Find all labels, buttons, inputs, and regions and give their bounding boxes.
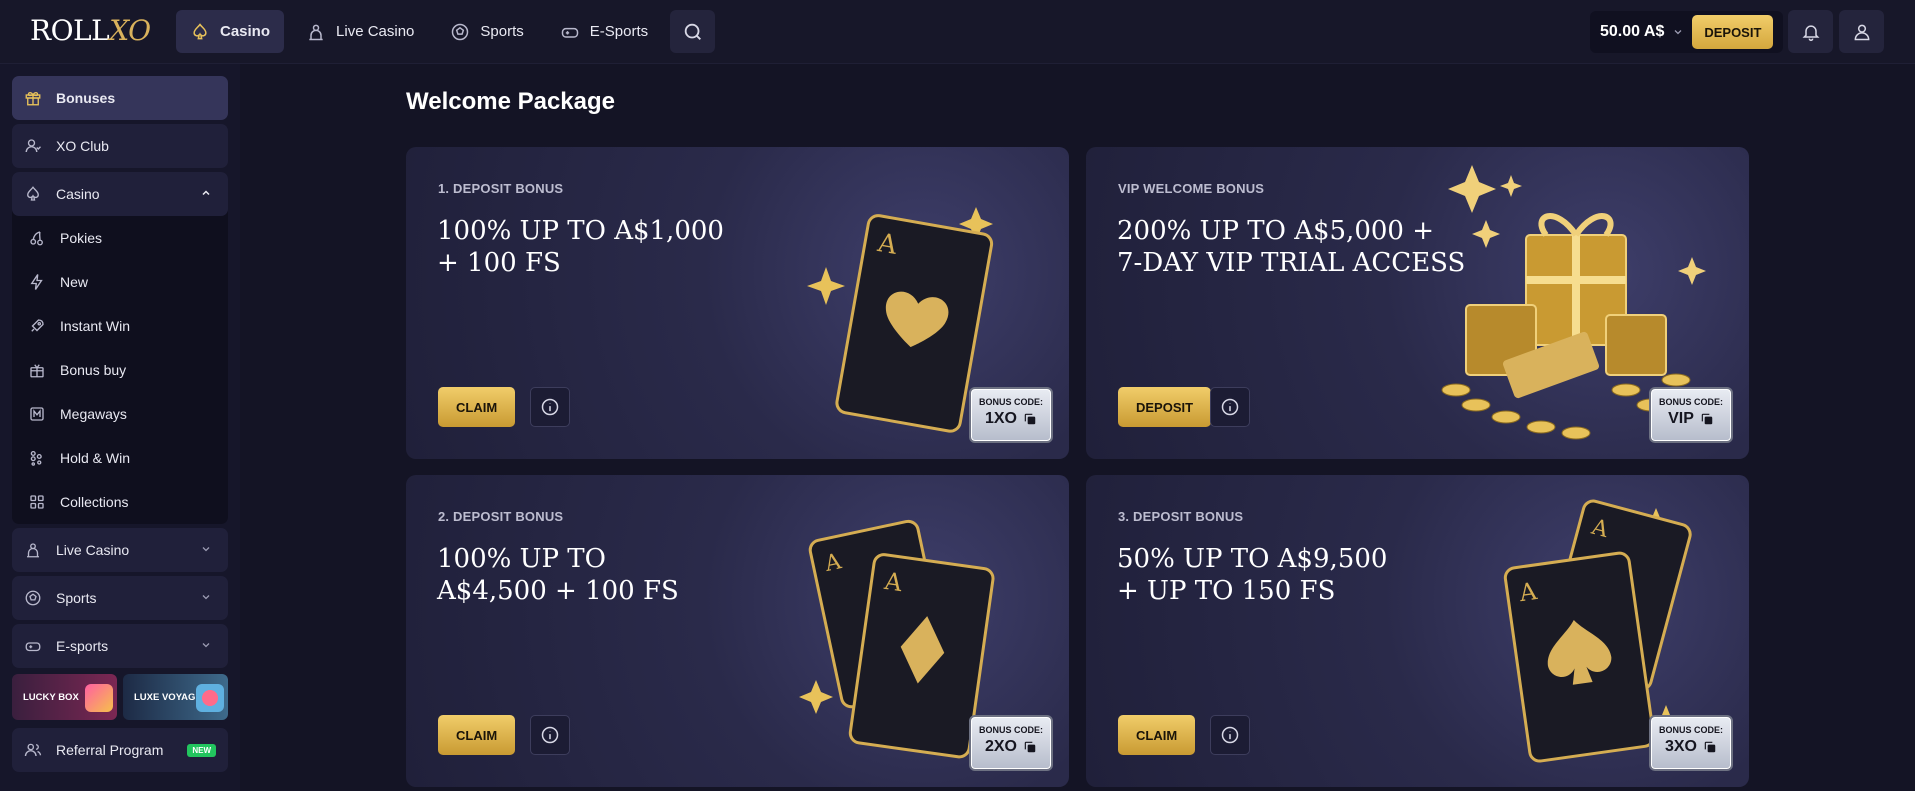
bonus-card-3: A A 3. DEPOSIT BONUS 50% UP TO A$9,500 +…: [1086, 475, 1749, 787]
sidebar-sub-collections[interactable]: Collections: [12, 480, 228, 524]
hold-win-icon: [30, 450, 42, 466]
spade-icon: [193, 22, 207, 39]
profile-button[interactable]: [1839, 10, 1884, 53]
sidebar-sub-instant-win[interactable]: Instant Win: [12, 304, 228, 348]
dealer-icon: [27, 543, 39, 558]
sidebar-sub-hold-win[interactable]: Hold & Win: [12, 436, 228, 480]
chevron-down-icon[interactable]: [200, 591, 212, 603]
spade-icon: [27, 186, 39, 201]
card-kicker: 3. DEPOSIT BONUS: [1118, 509, 1244, 524]
info-button[interactable]: [1210, 387, 1250, 427]
bonus-card-1: A 1. DEPOSIT BONUS 100% UP TO A$1,000 + …: [406, 147, 1069, 459]
card-headline: 200% UP TO A$5,000 + 7-DAY VIP TRIAL ACC…: [1117, 216, 1466, 278]
card-kicker: 2. DEPOSIT BONUS: [438, 509, 564, 524]
dealer-icon: [309, 24, 323, 40]
deposit-button[interactable]: DEPOSIT: [1692, 15, 1774, 49]
promo-lucky-box[interactable]: LUCKY BOX: [12, 674, 117, 720]
rocket-icon: [31, 319, 44, 332]
search-button[interactable]: [670, 10, 716, 53]
nav-casino[interactable]: Casino: [176, 10, 285, 53]
card-headline: 50% UP TO A$9,500 + UP TO 150 FS: [1117, 544, 1388, 606]
users-icon: [24, 743, 42, 757]
card-headline: 100% UP TO A$4,500 + 100 FS: [437, 544, 679, 606]
copy-icon[interactable]: [1700, 412, 1714, 426]
bonus-card-vip: VIP WELCOME BONUS 200% UP TO A$5,000 + 7…: [1086, 147, 1749, 459]
info-button[interactable]: [530, 715, 570, 755]
sidebar-sub-bonus-buy[interactable]: Bonus buy: [12, 348, 228, 392]
sidebar-item-live-casino[interactable]: Live Casino: [12, 528, 228, 572]
info-button[interactable]: [1210, 715, 1250, 755]
sidebar-sub-pokies[interactable]: Pokies: [12, 216, 228, 260]
ace-hearts-card-art: A: [807, 207, 994, 433]
map-pin-icon: [196, 684, 224, 712]
chevron-down-icon[interactable]: [200, 543, 212, 555]
gift-icon: [25, 91, 41, 106]
sidebar-item-referral[interactable]: Referral Program NEW: [12, 728, 228, 772]
page-title: Welcome Package: [406, 88, 616, 115]
info-icon: [1221, 398, 1239, 416]
sidebar-sub-megaways[interactable]: Megaways: [12, 392, 228, 436]
gamepad-icon: [25, 642, 41, 652]
copy-icon[interactable]: [1703, 740, 1717, 754]
lightning-icon: [30, 274, 43, 290]
sidebar-item-bonuses[interactable]: Bonuses: [12, 76, 228, 120]
sidebar: Bonuses XO Club Casino Pokies New Instan…: [0, 64, 240, 791]
balance-widget: 50.00 A$ DEPOSIT: [1590, 11, 1784, 53]
copy-icon[interactable]: [1023, 412, 1037, 426]
sidebar-item-xo-club[interactable]: XO Club: [12, 124, 228, 168]
megaways-icon: [30, 407, 44, 421]
chevron-up-icon[interactable]: [200, 187, 212, 199]
balance-amount[interactable]: 50.00 A$: [1600, 23, 1664, 41]
sidebar-sub-new[interactable]: New: [12, 260, 228, 304]
deposit-card-button[interactable]: DEPOSIT: [1118, 387, 1212, 427]
casino-section: Casino Pokies New Instant Win Bonus buy …: [12, 172, 228, 524]
cherries-icon: [30, 231, 43, 246]
info-icon: [541, 398, 559, 416]
info-icon: [541, 726, 559, 744]
bonus-card-2: A A 2. DEPOSIT BONUS 100% UP TO A$4,500 …: [406, 475, 1069, 787]
nav-esports[interactable]: E-Sports: [546, 10, 662, 53]
sidebar-item-casino[interactable]: Casino: [12, 172, 228, 216]
gamepad-icon: [561, 27, 579, 38]
bell-icon: [1802, 24, 1819, 41]
claim-button[interactable]: CLAIM: [438, 387, 516, 427]
bonus-code-box[interactable]: BONUS CODE: 3XO: [1649, 715, 1733, 771]
soccer-ball-icon: [25, 590, 41, 606]
promo-luxe-voyage[interactable]: LUXE VOYAGE: [123, 674, 228, 720]
card-kicker: 1. DEPOSIT BONUS: [438, 181, 564, 196]
nav-live-casino[interactable]: Live Casino: [292, 10, 428, 53]
top-bar: ROLL XO Casino Live Casino Sports E-Sport…: [0, 0, 1915, 64]
chevron-down-icon[interactable]: [1672, 26, 1684, 38]
claim-button[interactable]: CLAIM: [438, 715, 516, 755]
new-badge: NEW: [187, 744, 216, 757]
sidebar-item-sports[interactable]: Sports: [12, 576, 228, 620]
copy-icon[interactable]: [1023, 740, 1037, 754]
notifications-button[interactable]: [1788, 10, 1833, 53]
claim-button[interactable]: CLAIM: [1118, 715, 1196, 755]
bonus-code-box[interactable]: BONUS CODE: VIP: [1649, 387, 1733, 443]
gift-box-icon: [85, 684, 113, 712]
user-icon: [1854, 24, 1869, 40]
search-icon: [684, 23, 701, 40]
promo-banners: LUCKY BOX LUXE VOYAGE: [12, 674, 228, 720]
card-headline: 100% UP TO A$1,000 + 100 FS: [437, 216, 724, 278]
info-icon: [1221, 726, 1239, 744]
club-icon: [25, 139, 41, 153]
gift-box-icon: [30, 364, 44, 378]
sidebar-item-esports[interactable]: E-sports: [12, 624, 228, 668]
soccer-ball-icon: [452, 23, 469, 40]
top-nav: Casino Live Casino Sports E-Sports: [176, 10, 716, 53]
info-button[interactable]: [530, 387, 570, 427]
nav-sports[interactable]: Sports: [436, 10, 537, 53]
bonus-code-box[interactable]: BONUS CODE: 1XO: [969, 387, 1053, 443]
grid-icon: [30, 495, 44, 509]
chevron-down-icon[interactable]: [200, 639, 212, 651]
rollxo-logo[interactable]: ROLL XO: [30, 13, 151, 47]
bonus-code-box[interactable]: BONUS CODE: 2XO: [969, 715, 1053, 771]
card-kicker: VIP WELCOME BONUS: [1118, 181, 1265, 196]
